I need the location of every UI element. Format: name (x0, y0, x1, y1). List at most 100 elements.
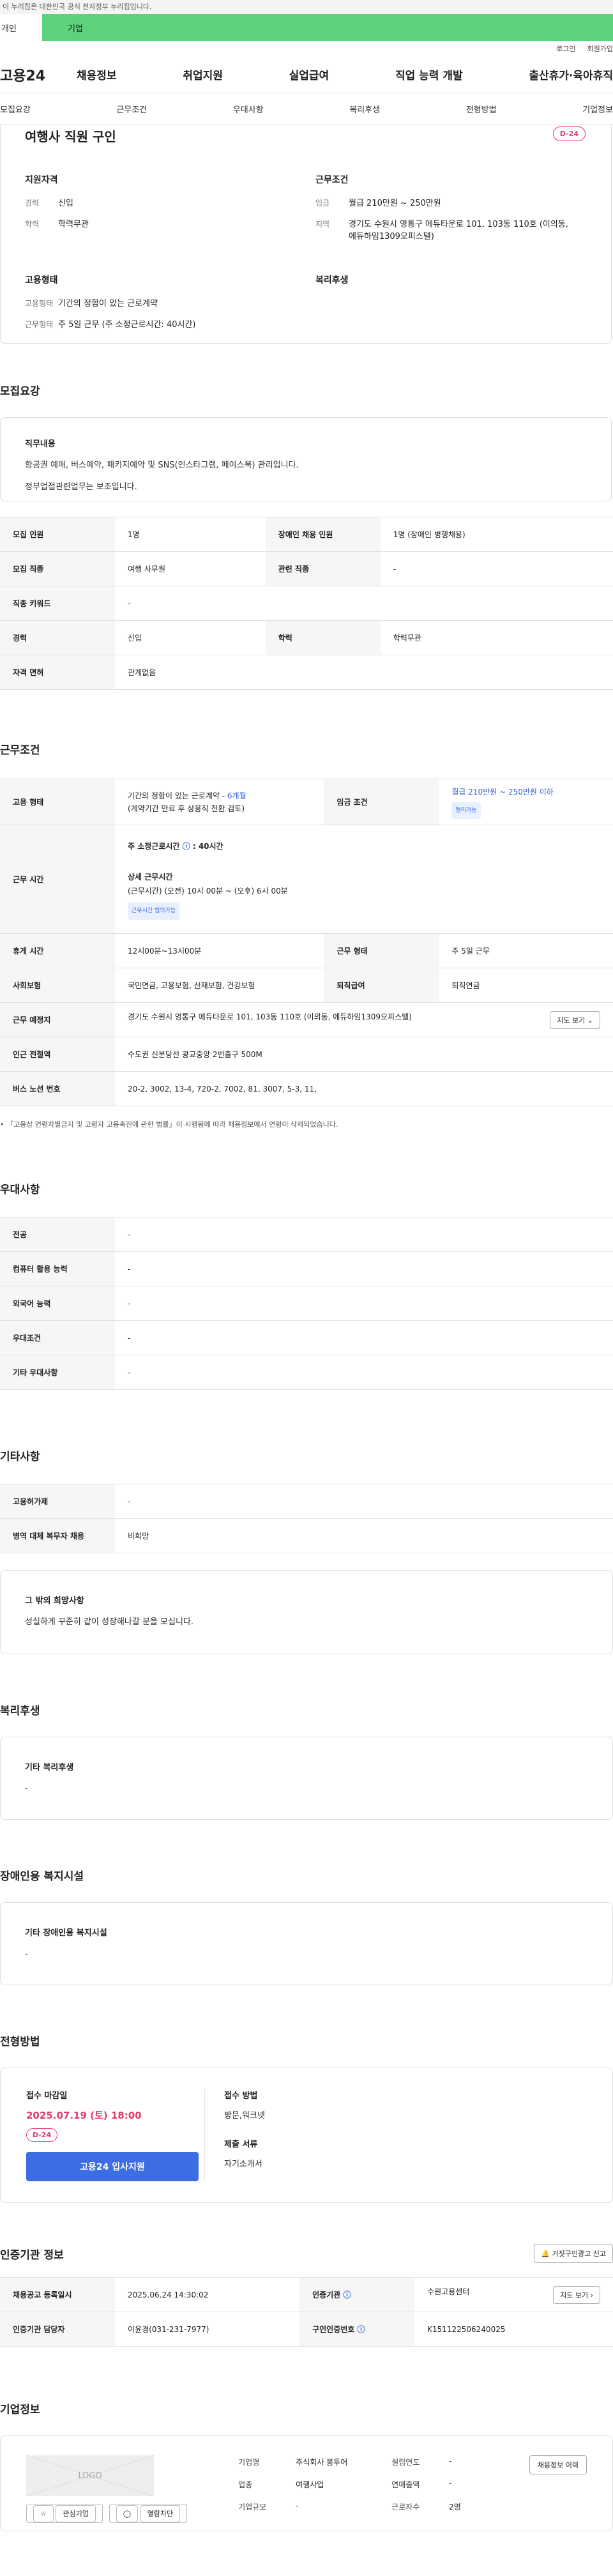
break-cell: 12시00분~13시00분 (115, 933, 324, 968)
table-cell: 비희망 (115, 1518, 613, 1553)
gov-banner-text: 이 누리집은 대한민국 공식 전자정부 누리집입니다. (3, 3, 152, 11)
gnb-item-unemployment[interactable]: 실업급여 (289, 66, 329, 82)
retirement-cell: 퇴직연금 (439, 968, 613, 1003)
category-personal[interactable]: 개인 (0, 14, 42, 41)
bullet-icon: • (0, 1120, 6, 1129)
emp-type-header: 고용 형태 (0, 779, 115, 825)
table-row: 병역 대체 복무자 채용 비희망 (0, 1518, 613, 1553)
history-button[interactable]: 채용정보 이력 (529, 2455, 587, 2474)
hours-detail-text: (근무시간) (오전) 10시 00분 ~ (오후) 6시 00분 (128, 886, 288, 896)
wish-text: 성실하게 꾸준히 같이 성장해나갈 분을 모십니다. (25, 1617, 193, 1627)
table-header-cell: 학력 (265, 620, 381, 655)
tab-preference[interactable]: 우대사항 (233, 103, 264, 115)
table-cell: - (115, 1484, 613, 1519)
tab-welfare[interactable]: 복리후생 (349, 103, 380, 115)
gnb-item-training[interactable]: 직업 능력 개발 (395, 66, 463, 82)
gnb-item-leave[interactable]: 출산휴가·육아휴직 (529, 66, 613, 82)
subway-header: 인근 전철역 (0, 1037, 115, 1072)
pay-text: 월급 210만원 ~ 250만원 이하 (451, 787, 554, 796)
company-section-title: 기업정보 (0, 2404, 40, 2416)
map-view-button[interactable]: 지도 보기 ⌄ (550, 1010, 600, 1029)
table-cell: - (115, 1217, 613, 1252)
conditions-table: 고용 형태 기간의 정함이 있는 근로계약 - 6개월 (계약기간 만료 후 상… (0, 779, 613, 1106)
recruit-table: 모집 인원 1명 장애인 채용 인원 1명 (장애인 병행채용) 모집 직종 여… (0, 517, 613, 690)
bell-icon: 🔔 (541, 2250, 550, 2258)
table-cell: - (115, 586, 613, 621)
gnb-item-support[interactable]: 취업지원 (183, 66, 223, 82)
table-cell: 학력무관 (380, 620, 613, 655)
prefer-table: 전공 - 컴퓨터 활용 능력 - 외국어 능력 - 우대조건 - 기타 우대사항 - (0, 1217, 613, 1390)
false-ad-report-button[interactable]: 🔔 거짓구인광고 신고 (534, 2244, 613, 2263)
tab-selection[interactable]: 전형방법 (466, 103, 497, 115)
agency-header: 인증기관 ⓘ (299, 2277, 415, 2312)
tab-conditions[interactable]: 근무조건 (116, 103, 147, 115)
company-card: LOGO ☆ 관심기업 ◯ 열람차단 기업명 주식회사 봉투어 설립연도 - 업… (0, 2435, 613, 2531)
duty-heading: 직무내용 (25, 439, 56, 449)
table-header-cell: 모집 인원 (0, 517, 115, 552)
tab-recruit[interactable]: 모집요강 (0, 103, 31, 115)
gov-banner: 이 누리집은 대한민국 공식 전자정부 누리집입니다. (0, 0, 613, 14)
manager-header: 인증기관 담당자 (0, 2312, 115, 2347)
location-label: 지역 (315, 220, 330, 229)
agency-cell: 수원고용센터 지도 보기 › (414, 2277, 613, 2312)
career-label: 경력 (25, 199, 40, 208)
pay-cell: 월급 210만원 ~ 250만원 이하 협의가능 (439, 779, 613, 825)
agency-section-title: 인증기관 정보 (0, 2248, 64, 2262)
table-header-cell: 고용허가제 (0, 1484, 115, 1519)
size-label: 기업규모 (238, 2503, 267, 2511)
conditions-section-title: 근무조건 (0, 744, 40, 757)
etc-section-title: 기타사항 (0, 1451, 40, 1463)
agency-map-button[interactable]: 지도 보기 › (553, 2285, 600, 2304)
employment-type-heading: 고용형태 (25, 275, 58, 286)
job-summary-card: 여행사 직원 구인 D-24 지원자격 경력 신입 학력 학력무관 근무조건 임금 월… (0, 125, 612, 344)
agency-map-label: 지도 보기 (560, 2290, 589, 2299)
welfare-text: - (25, 1784, 28, 1794)
category-company[interactable]: 기업 (42, 14, 613, 41)
table-row: 전공 - (0, 1217, 613, 1252)
table-header-cell: 전공 (0, 1217, 115, 1252)
edu-value: 학력무관 (58, 220, 89, 229)
cert-number-cell: K151122506240025 (414, 2312, 613, 2347)
block-view-label: 열람차단 (140, 2505, 181, 2522)
place-text: 경기도 수원시 영통구 에듀타운로 101, 103동 110호 (이의동, 에… (128, 1012, 412, 1021)
work-form-value: 주 5일 근무 (주 소정근로시간: 40시간) (58, 320, 196, 330)
cert-number-header: 구인인증번호 ⓘ (299, 2312, 415, 2347)
table-cell: 1명 (115, 517, 266, 552)
table-header-cell: 컴퓨터 활용 능력 (0, 1251, 115, 1286)
size-value: - (296, 2501, 299, 2510)
logo-text: LOGO (78, 2471, 102, 2481)
chevron-right-icon: › (590, 2290, 593, 2299)
favorite-company-button[interactable]: ☆ 관심기업 (26, 2504, 103, 2523)
industry-label: 업종 (238, 2480, 253, 2489)
duty-text-1: 항공권 예매, 버스예약, 패키지예약 및 SNS(인스타그램, 페이스북) 관… (25, 461, 299, 470)
info-icon[interactable]: ⓘ (343, 2290, 351, 2299)
table-row: 근무 시간 주 소정근로시간 ⓘ : 40시간 상세 근무시간 (근무시간) (… (0, 825, 613, 934)
emp-type-label: 고용형태 (25, 299, 54, 308)
tab-company[interactable]: 기업정보 (582, 103, 613, 115)
table-cell: - (115, 1251, 613, 1286)
info-icon[interactable]: ⓘ (358, 2325, 365, 2334)
weekly-hours-label: 주 소정근로시간 (128, 841, 180, 851)
join-link[interactable]: 회원가입 (587, 43, 613, 54)
block-view-button[interactable]: ◯ 열람차단 (109, 2504, 188, 2523)
login-link[interactable]: 로그인 (556, 43, 575, 54)
table-header-cell: 기타 우대사항 (0, 1355, 115, 1390)
table-row: 모집 인원 1명 장애인 채용 인원 1명 (장애인 병행채용) (0, 517, 613, 552)
category-personal-label: 개인 (1, 24, 17, 34)
star-icon: ☆ (33, 2505, 54, 2522)
map-view-label: 지도 보기 (557, 1016, 586, 1025)
qualification-heading: 지원자격 (25, 175, 58, 185)
duty-card: 직무내용 항공권 예매, 버스예약, 패키지예약 및 SNS(인스타그램, 페이… (0, 417, 612, 501)
table-header-cell: 경력 (0, 620, 115, 655)
info-icon[interactable]: ⓘ (183, 842, 190, 851)
table-cell: 신입 (115, 620, 266, 655)
gnb-item-jobs[interactable]: 채용정보 (77, 66, 117, 82)
docs-heading: 제출 서류 (224, 2140, 258, 2149)
method-block: 접수 방법 방문,워크넷 제출 서류 자기소개서 (205, 2089, 265, 2182)
util-links: 로그인 회원가입 (0, 41, 613, 56)
emp-type-text: 기간의 정함이 있는 근로계약 - (128, 791, 227, 800)
work-form-label: 근무형태 (25, 320, 54, 329)
site-logo[interactable]: 고용24 (0, 65, 77, 85)
wish-heading: 그 밖의 희망사항 (25, 1596, 84, 1606)
apply-button[interactable]: 고용24 입사지원 (26, 2152, 199, 2181)
